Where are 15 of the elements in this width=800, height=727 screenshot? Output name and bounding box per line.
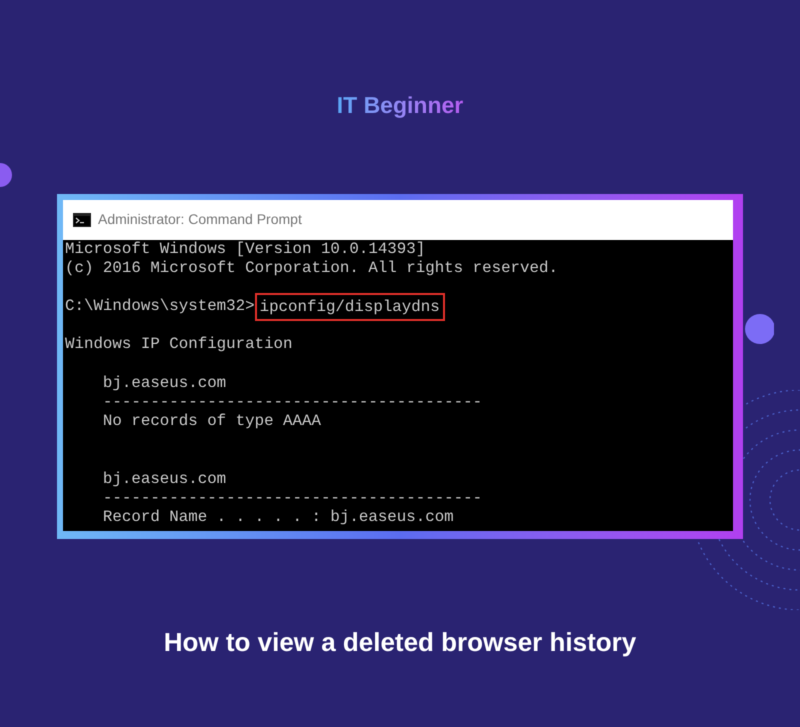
terminal-line: No records of type AAAA xyxy=(102,412,322,432)
terminal-line: bj.easeus.com xyxy=(102,470,228,489)
terminal-line: (c) 2016 Microsoft Corporation. All rights reserved. xyxy=(65,258,559,278)
prompt-path: C:\Windows\system32> xyxy=(65,297,255,316)
window-title: Administrator: Command Prompt xyxy=(98,210,302,229)
terminal-line: ---------------------------------------- xyxy=(102,393,484,412)
terminal-line: Record Name . . . . . : bj.easeus.com xyxy=(102,508,455,528)
command-text: ipconfig/displaydns xyxy=(254,292,445,321)
terminal-line: ---------------------------------------- xyxy=(102,488,484,508)
terminal-icon xyxy=(73,212,91,226)
terminal-line: bj.easeus.com xyxy=(102,374,228,393)
page-caption: How to view a deleted browser history xyxy=(164,626,636,658)
terminal-line: Windows IP Configuration xyxy=(65,335,294,355)
orb-drawing xyxy=(744,312,774,346)
terminal-line: Microsoft Windows [Version 10.0.14393] xyxy=(65,240,426,259)
